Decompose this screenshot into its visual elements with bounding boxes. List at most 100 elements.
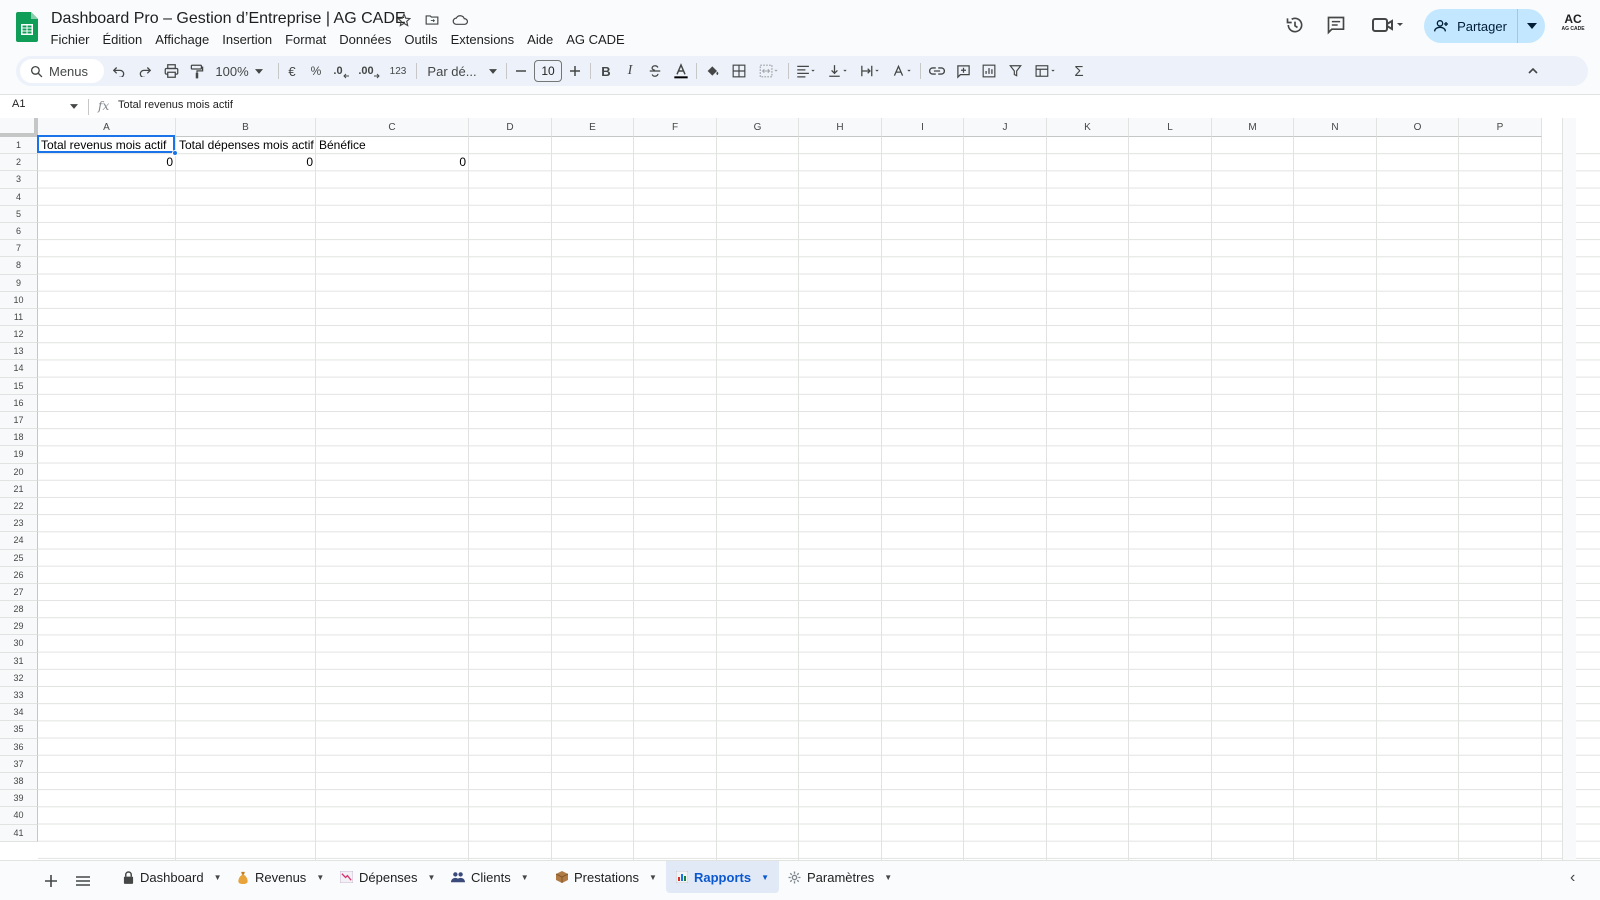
- row-header[interactable]: 11: [0, 308, 38, 327]
- menu-fichier[interactable]: Fichier: [44, 30, 96, 49]
- row-header[interactable]: 28: [0, 601, 38, 619]
- menu-aide[interactable]: Aide: [521, 30, 560, 49]
- column-header-c[interactable]: C: [316, 118, 469, 137]
- row-header[interactable]: 41: [0, 824, 38, 842]
- row-header[interactable]: 35: [0, 721, 38, 739]
- row-header[interactable]: 25: [0, 549, 38, 567]
- column-header-b[interactable]: B: [176, 118, 316, 137]
- row-header[interactable]: 40: [0, 807, 38, 825]
- font-family-select[interactable]: Par dé...: [422, 60, 502, 82]
- decrease-font-size-button[interactable]: [512, 60, 530, 82]
- move-folder-icon[interactable]: [424, 12, 440, 28]
- row-header[interactable]: 2: [0, 154, 38, 172]
- sheet-tab-clients[interactable]: Clients ▼: [441, 861, 539, 893]
- add-sheet-button[interactable]: [40, 870, 62, 892]
- undo-button[interactable]: [108, 60, 130, 82]
- row-header[interactable]: 27: [0, 583, 38, 602]
- column-header-g[interactable]: G: [717, 118, 799, 137]
- row-header[interactable]: 13: [0, 343, 38, 361]
- sheet-tab-dashboard[interactable]: Dashboard ▼: [113, 861, 232, 893]
- menu-outils[interactable]: Outils: [398, 30, 444, 49]
- row-header[interactable]: 19: [0, 446, 38, 464]
- row-header[interactable]: 8: [0, 257, 38, 275]
- row-header[interactable]: 18: [0, 429, 38, 447]
- functions-button[interactable]: Σ: [1068, 60, 1090, 82]
- row-header[interactable]: 7: [0, 240, 38, 258]
- more-formats-button[interactable]: 123: [386, 60, 410, 82]
- decrease-decimal-button[interactable]: .0: [330, 60, 352, 82]
- row-header[interactable]: 4: [0, 188, 38, 206]
- menu-donnees[interactable]: Données: [333, 30, 398, 49]
- row-header[interactable]: 33: [0, 687, 38, 705]
- sheets-logo-icon[interactable]: [16, 12, 38, 42]
- text-color-button[interactable]: [670, 60, 692, 82]
- column-header-n[interactable]: N: [1294, 118, 1377, 137]
- comments-icon[interactable]: [1323, 12, 1349, 38]
- column-header-f[interactable]: F: [634, 118, 717, 137]
- collapse-toolbar-button[interactable]: [1522, 60, 1544, 82]
- paint-format-button[interactable]: [186, 60, 208, 82]
- menu-affichage[interactable]: Affichage: [149, 30, 216, 49]
- row-header[interactable]: 3: [0, 171, 38, 189]
- cell-c1[interactable]: Bénéfice: [316, 137, 469, 154]
- row-header[interactable]: 37: [0, 755, 38, 773]
- formula-input[interactable]: Total revenus mois actif: [118, 99, 233, 111]
- row-header[interactable]: 38: [0, 772, 38, 791]
- select-all-corner[interactable]: [0, 118, 38, 137]
- row-header[interactable]: 16: [0, 394, 38, 412]
- meet-call-icon[interactable]: [1368, 12, 1408, 38]
- bold-button[interactable]: B: [596, 60, 616, 82]
- row-header[interactable]: 39: [0, 790, 38, 808]
- fill-handle[interactable]: [172, 150, 178, 156]
- row-header[interactable]: 12: [0, 326, 38, 344]
- column-header-l[interactable]: L: [1129, 118, 1212, 137]
- document-title[interactable]: Dashboard Pro – Gestion d’Entreprise | A…: [51, 10, 406, 28]
- column-header-i[interactable]: I: [882, 118, 964, 137]
- row-header[interactable]: 23: [0, 515, 38, 533]
- star-icon[interactable]: [396, 12, 412, 28]
- sheet-tab-prestations[interactable]: Prestations ▼: [546, 861, 667, 893]
- column-header-j[interactable]: J: [964, 118, 1047, 137]
- column-header-m[interactable]: M: [1212, 118, 1294, 137]
- row-header[interactable]: 17: [0, 412, 38, 430]
- chevron-down-icon[interactable]: [70, 104, 78, 109]
- column-header-h[interactable]: H: [799, 118, 882, 137]
- row-header[interactable]: 14: [0, 360, 38, 378]
- percent-format-button[interactable]: %: [306, 60, 326, 82]
- row-header[interactable]: 9: [0, 274, 38, 292]
- chevron-down-icon[interactable]: ▼: [214, 873, 222, 882]
- sheet-tab-depenses[interactable]: Dépenses ▼: [330, 861, 445, 893]
- name-box[interactable]: A1: [12, 98, 25, 110]
- chevron-down-icon[interactable]: ▼: [884, 873, 892, 882]
- menu-ag-cade[interactable]: AG CADE: [560, 30, 632, 49]
- sheet-tab-revenus[interactable]: Revenus ▼: [227, 861, 334, 893]
- insert-chart-button[interactable]: [978, 60, 1000, 82]
- insert-comment-button[interactable]: [952, 60, 974, 82]
- vertical-scrollbar[interactable]: [1562, 118, 1576, 860]
- version-history-icon[interactable]: [1282, 12, 1308, 38]
- share-dropdown-button[interactable]: [1518, 9, 1545, 43]
- chevron-down-icon[interactable]: ▼: [316, 873, 324, 882]
- row-header[interactable]: 10: [0, 291, 38, 309]
- text-rotation-button[interactable]: [888, 60, 916, 82]
- column-header-e[interactable]: E: [552, 118, 634, 137]
- chevron-down-icon[interactable]: ▼: [649, 873, 657, 882]
- cell-b1[interactable]: Total dépenses mois actif: [176, 137, 316, 154]
- cell-c2[interactable]: 0: [316, 154, 469, 171]
- row-header[interactable]: 5: [0, 205, 38, 223]
- insert-link-button[interactable]: [926, 60, 948, 82]
- row-header[interactable]: 30: [0, 635, 38, 653]
- strikethrough-button[interactable]: [644, 60, 666, 82]
- row-header[interactable]: 29: [0, 618, 38, 636]
- italic-button[interactable]: I: [620, 60, 640, 82]
- search-menus-input[interactable]: Menus: [20, 59, 104, 83]
- account-avatar[interactable]: AC AG CADE: [1558, 13, 1588, 39]
- row-header[interactable]: 24: [0, 532, 38, 550]
- row-header[interactable]: 21: [0, 480, 38, 498]
- column-header-d[interactable]: D: [469, 118, 552, 137]
- horizontal-align-button[interactable]: [792, 60, 820, 82]
- text-wrapping-button[interactable]: [856, 60, 884, 82]
- print-button[interactable]: [160, 60, 182, 82]
- increase-decimal-button[interactable]: .00: [356, 60, 382, 82]
- menu-extensions[interactable]: Extensions: [444, 30, 521, 49]
